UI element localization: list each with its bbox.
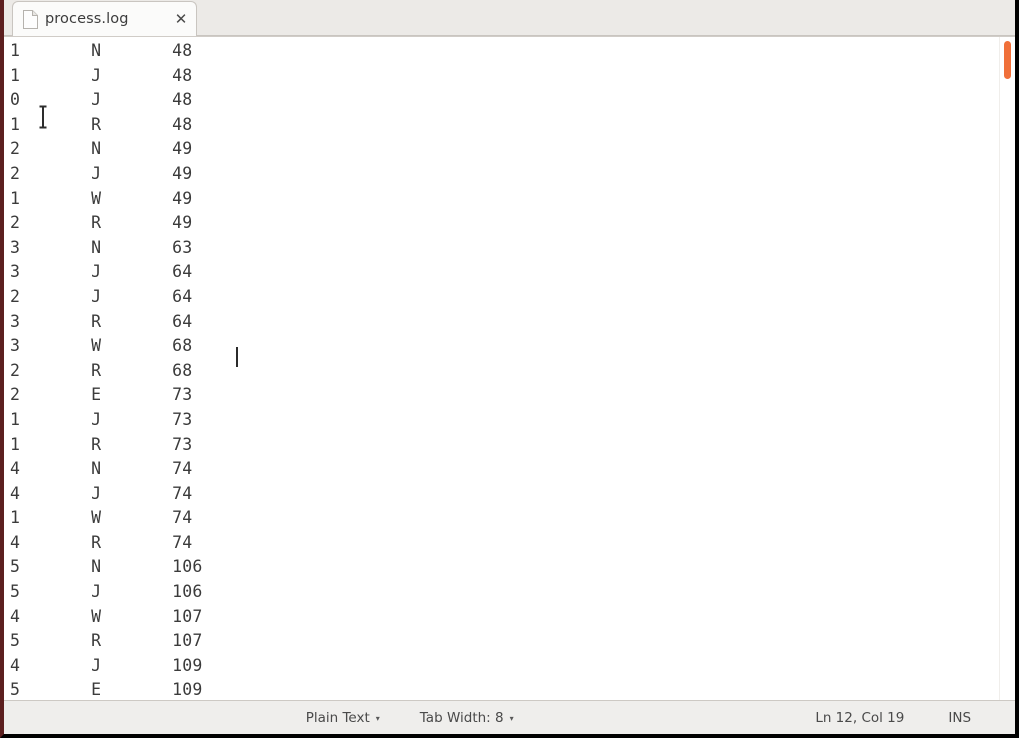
insert-mode-indicator: INS xyxy=(948,709,972,726)
tab-bar: process.log ✕ xyxy=(4,0,1015,36)
tab-title: process.log xyxy=(45,11,129,27)
tab-process-log[interactable]: process.log ✕ xyxy=(12,1,197,36)
log-text-content[interactable]: 1 N 48 1 J 48 0 J 48 1 R 48 2 N 49 2 J 4… xyxy=(4,37,999,700)
document-icon xyxy=(23,9,38,29)
editor-area: 1 N 48 1 J 48 0 J 48 1 R 48 2 N 49 2 J 4… xyxy=(4,36,1015,700)
chevron-down-icon: ▾ xyxy=(375,713,380,723)
text-view[interactable]: 1 N 48 1 J 48 0 J 48 1 R 48 2 N 49 2 J 4… xyxy=(4,37,999,700)
status-bar: Plain Text ▾ Tab Width: 8 ▾ Ln 12, Col 1… xyxy=(4,700,1015,734)
tab-width-label: Tab Width: 8 xyxy=(419,709,504,726)
scrollbar-thumb[interactable] xyxy=(1004,41,1011,79)
text-caret xyxy=(236,347,238,367)
language-selector[interactable]: Plain Text ▾ xyxy=(306,710,380,726)
vertical-scrollbar[interactable] xyxy=(999,37,1015,700)
cursor-position: Ln 12, Col 19 xyxy=(815,709,905,726)
language-label: Plain Text xyxy=(305,709,370,726)
chevron-down-icon: ▾ xyxy=(509,713,514,723)
close-icon[interactable]: ✕ xyxy=(172,11,190,27)
tab-width-selector[interactable]: Tab Width: 8 ▾ xyxy=(420,710,514,726)
editor-window: process.log ✕ 1 N 48 1 J 48 0 J 48 1 R 4… xyxy=(0,0,1019,738)
